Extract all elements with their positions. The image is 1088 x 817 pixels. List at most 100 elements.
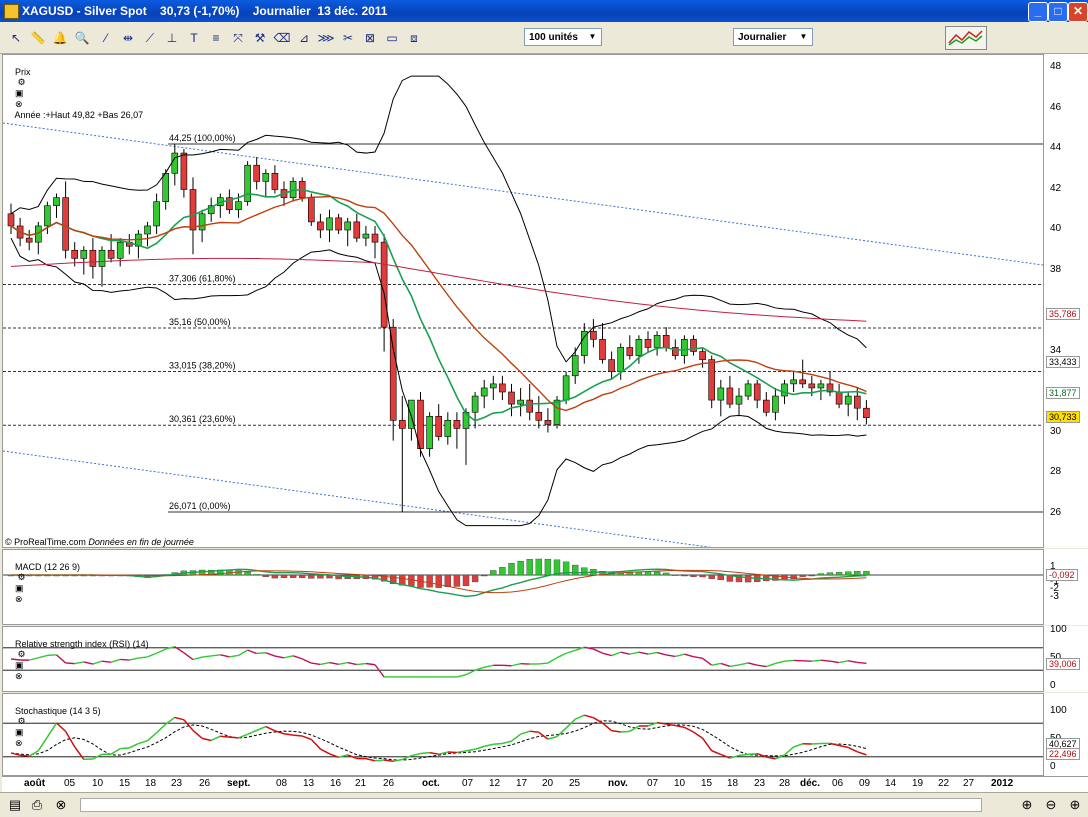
stochastic-k-segment [193, 730, 202, 738]
gann-icon[interactable]: ⊠ [360, 28, 380, 48]
macd-histogram-bar [681, 575, 687, 576]
date-tick: août [24, 778, 45, 789]
wrench-icon[interactable]: ⚙ [15, 572, 28, 582]
date-tick: 12 [489, 778, 500, 789]
macd-histogram-bar [854, 571, 860, 575]
window-title: XAGUSD - Silver Spot 30,73 (-1,70%) Jour… [22, 4, 387, 18]
cursor-icon[interactable]: ↖ [6, 28, 26, 48]
units-select[interactable]: 100 unités ▼ [524, 28, 602, 46]
chart-type-button[interactable] [945, 26, 987, 50]
candle [454, 420, 460, 428]
hammer-icon[interactable]: ⚒ [250, 28, 270, 48]
minimize-button[interactable]: _ [1028, 2, 1048, 22]
candle [836, 392, 842, 404]
scissors-icon[interactable]: ✂ [338, 28, 358, 48]
line-icon[interactable]: ⁄ [96, 28, 116, 48]
window-icon[interactable]: ▣ [15, 660, 26, 670]
rsi-line-segment [211, 655, 220, 656]
candle [117, 242, 123, 258]
ruler-icon[interactable]: 📏 [28, 28, 48, 48]
close-button[interactable]: ✕ [1068, 2, 1088, 22]
fib-level-label: 37,306 (61,80%) [169, 274, 236, 284]
rsi-line-segment [757, 665, 766, 666]
window-icon[interactable]: ▣ [15, 727, 26, 737]
window-icon[interactable]: ▣ [15, 583, 26, 593]
wrench-icon[interactable]: ⚙ [15, 77, 28, 87]
zoom-in-icon[interactable]: ⊕ [1066, 796, 1084, 814]
arrows-icon[interactable]: ⤧ [228, 28, 248, 48]
price-tag: 35,786 [1046, 308, 1080, 320]
close-indicator-icon[interactable]: ⊗ [15, 594, 23, 604]
rsi-panel[interactable]: Relative strength index (RSI) (14) ⚙ ▣ ⊗ [2, 626, 1044, 692]
stochastic-k-segment [766, 757, 775, 759]
macd-histogram-bar [472, 575, 478, 582]
stochastic-k-segment [794, 744, 803, 747]
close-indicator-icon[interactable]: ⊗ [15, 99, 25, 109]
stochastic-k-segment [848, 747, 857, 751]
candle [54, 198, 60, 206]
price-label: Prix [15, 67, 31, 77]
rectangle-icon[interactable]: ▭ [382, 28, 402, 48]
price-panel[interactable]: 44,25 (100,00%)37,306 (61,80%)35,16 (50,… [2, 54, 1044, 548]
horizontal-scrollbar[interactable] [80, 798, 982, 812]
close-indicator-icon[interactable]: ⊗ [15, 671, 23, 681]
macd-histogram-bar [545, 559, 551, 575]
rsi-line-segment [721, 663, 730, 666]
date-tick: 16 [330, 778, 341, 789]
trash-icon[interactable]: ⌫ [272, 28, 292, 48]
macd-histogram-bar [499, 567, 505, 575]
save-icon[interactable]: ▤ [6, 796, 24, 814]
wrench-icon[interactable]: ⚙ [15, 649, 28, 659]
rsi-line-segment [475, 667, 484, 670]
candle [782, 384, 788, 396]
macd-histogram-bar [463, 575, 469, 586]
window-icon[interactable]: ▣ [15, 88, 26, 98]
stochastic-k-segment [421, 753, 430, 754]
macd-histogram-bar [836, 572, 842, 575]
candle [518, 400, 524, 404]
candle [372, 234, 378, 242]
bell-icon[interactable]: 🔔 [50, 28, 70, 48]
rsi-chart[interactable] [3, 627, 1043, 691]
zoom-icon[interactable]: 🔍 [72, 28, 92, 48]
candle [490, 384, 496, 388]
stochastic-chart[interactable] [3, 694, 1043, 775]
macd-histogram-bar [263, 575, 269, 577]
macd-panel[interactable]: MACD (12 26 9) ⚙ ▣ ⊗ [2, 549, 1044, 625]
vertical-line-icon[interactable]: ⊥ [162, 28, 182, 48]
price-chart[interactable]: 44,25 (100,00%)37,306 (61,80%)35,16 (50,… [3, 55, 1043, 547]
text-icon[interactable]: T [184, 28, 204, 48]
stochastic-k-segment [502, 741, 511, 743]
rsi-line-segment [812, 660, 821, 661]
maximize-button[interactable]: □ [1048, 2, 1068, 22]
channel-icon[interactable]: ⧈ [404, 28, 424, 48]
fibonacci-fan-icon[interactable]: ⊿ [294, 28, 314, 48]
stochastic-k-segment [484, 744, 493, 746]
macd-chart[interactable] [3, 550, 1043, 624]
wrench-icon[interactable]: ⚙ [15, 716, 28, 726]
stochastic-k-segment [466, 749, 475, 751]
fibonacci-channel-icon[interactable]: ⋙ [316, 28, 336, 48]
trendline-icon[interactable]: ⟋ [140, 28, 160, 48]
fibonacci-icon[interactable]: ≡ [206, 28, 226, 48]
stochastic-k-segment [675, 726, 684, 728]
rsi-line-segment [712, 663, 721, 665]
rsi-line-segment [766, 663, 775, 666]
print-icon[interactable]: ⎙ [28, 796, 46, 814]
candle [399, 420, 405, 428]
stochastic-panel[interactable]: Stochastique (14 3 5) ⚙ ▣ ⊗ [2, 693, 1044, 776]
rsi-line-segment [193, 657, 202, 659]
candle [663, 335, 669, 347]
zoom-fit-icon[interactable]: ⊕ [1018, 796, 1036, 814]
close-indicator-icon[interactable]: ⊗ [15, 738, 23, 748]
horizontal-line-icon[interactable]: ⇹ [118, 28, 138, 48]
candle [600, 339, 606, 359]
stochastic-k-segment [111, 749, 120, 755]
stochastic-k-segment [557, 728, 566, 737]
period-select[interactable]: Journalier ▼ [733, 28, 813, 46]
rsi-line-segment [830, 661, 839, 662]
zoom-out-icon[interactable]: ⊖ [1042, 796, 1060, 814]
candle [436, 416, 442, 436]
stochastic-panel-header: Stochastique (14 3 5) ⚙ ▣ ⊗ [5, 696, 101, 759]
close-chart-icon[interactable]: ⊗ [52, 796, 70, 814]
